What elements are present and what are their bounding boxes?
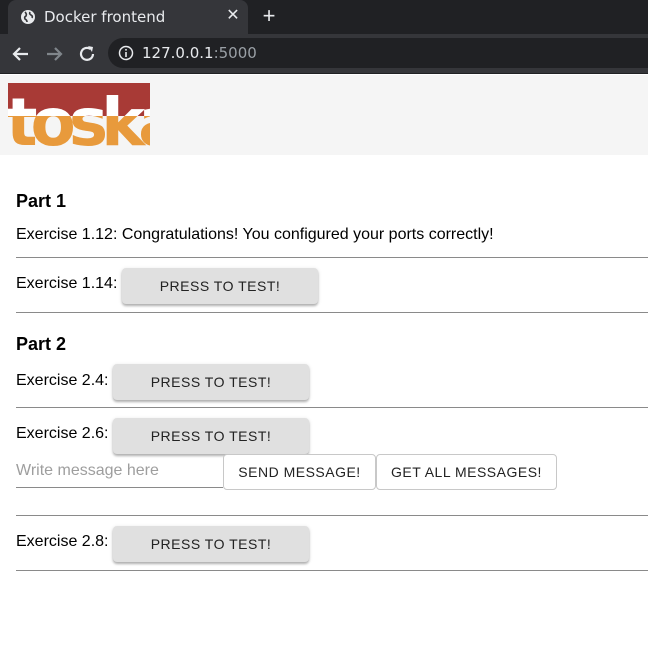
exercise-2-8-test-button[interactable]: PRESS TO TEST!: [113, 526, 309, 562]
message-input[interactable]: [16, 454, 223, 488]
toska-logo: toska toska toska: [8, 83, 150, 147]
exercise-2-4-row: Exercise 2.4: PRESS TO TEST!: [16, 363, 648, 401]
exercise-2-8-row: Exercise 2.8: PRESS TO TEST!: [16, 525, 648, 562]
exercise-2-6-test-button[interactable]: PRESS TO TEST!: [113, 418, 309, 454]
exercise-2-8-label: Exercise 2.8:: [16, 533, 109, 550]
divider: [16, 312, 648, 313]
exercise-1-12-status: Exercise 1.12: Congratulations! You conf…: [16, 226, 494, 243]
get-all-messages-button[interactable]: GET ALL MESSAGES!: [376, 454, 557, 490]
exercise-1-14-test-button[interactable]: PRESS TO TEST!: [122, 268, 318, 304]
exercise-2-4-label: Exercise 2.4:: [16, 372, 109, 389]
exercise-1-14-row: Exercise 1.14: PRESS TO TEST!: [16, 267, 648, 304]
url-port: :5000: [213, 44, 257, 62]
part1-title: Part 1: [16, 191, 67, 211]
browser-toolbar: 127.0.0.1:5000: [0, 34, 648, 74]
browser-tab[interactable]: Docker frontend ✕: [8, 0, 248, 34]
exercise-2-4-test-button[interactable]: PRESS TO TEST!: [113, 364, 309, 400]
exercise-2-6-row: Exercise 2.6: PRESS TO TEST!: [16, 418, 648, 454]
divider: [16, 570, 648, 571]
exercise-2-6-label: Exercise 2.6:: [16, 425, 109, 442]
back-arrow-icon[interactable]: [10, 43, 32, 65]
send-message-button[interactable]: SEND MESSAGE!: [223, 454, 376, 490]
divider: [16, 407, 648, 408]
tab-title: Docker frontend: [44, 8, 166, 26]
globe-icon: [21, 10, 35, 24]
divider: [16, 257, 648, 258]
forward-arrow-icon[interactable]: [43, 43, 65, 65]
url-text[interactable]: 127.0.0.1:5000: [142, 44, 257, 62]
main-content: Part 1 Exercise 1.12: Congratulations! Y…: [16, 155, 648, 571]
address-bar[interactable]: 127.0.0.1:5000: [108, 38, 648, 68]
browser-tabstrip: Docker frontend ✕ +: [0, 0, 648, 34]
part2-title: Part 2: [16, 334, 67, 354]
exercise-1-14-label: Exercise 1.14:: [16, 275, 118, 292]
info-icon[interactable]: [118, 45, 134, 61]
close-icon[interactable]: ✕: [224, 7, 242, 25]
new-tab-icon[interactable]: +: [258, 5, 280, 27]
divider: [16, 515, 648, 516]
reload-icon[interactable]: [76, 43, 98, 65]
page-header: toska toska toska: [0, 75, 648, 155]
url-host: 127.0.0.1: [142, 44, 214, 62]
message-row: SEND MESSAGE! GET ALL MESSAGES!: [16, 454, 648, 490]
